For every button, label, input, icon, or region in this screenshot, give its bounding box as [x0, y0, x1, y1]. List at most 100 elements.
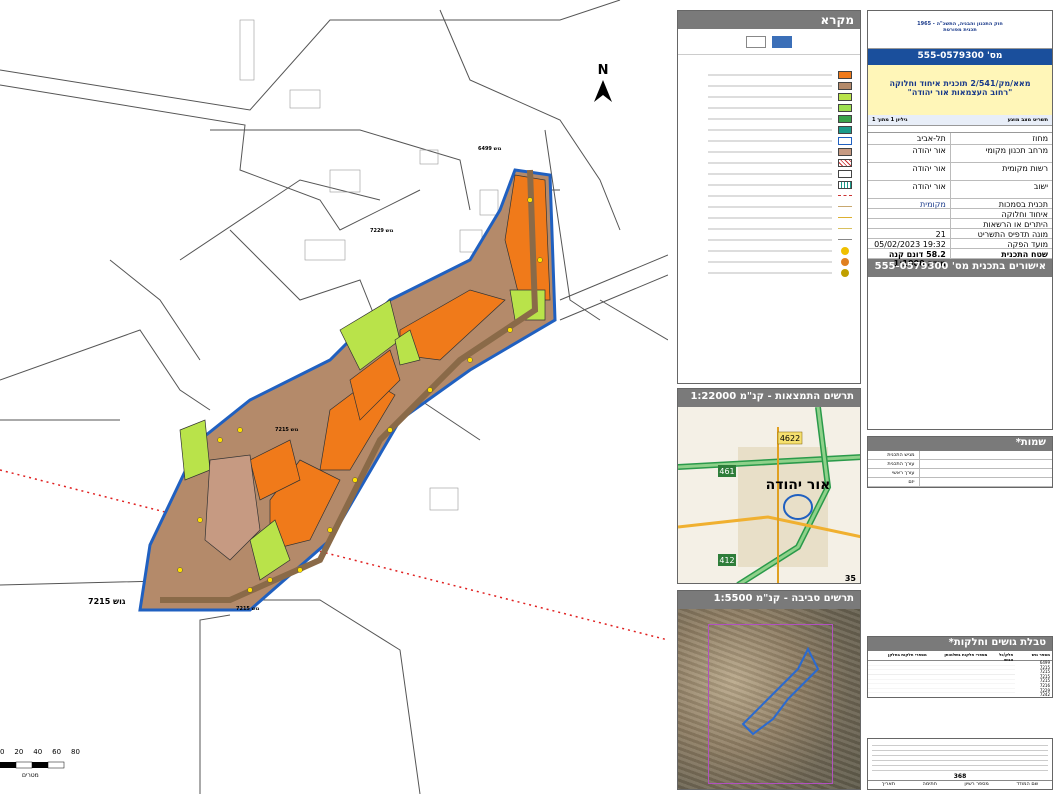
scale-bar: [0, 761, 65, 769]
swatch: [838, 147, 852, 156]
legend-item: [708, 212, 852, 223]
names-row: מגיש התכנית: [868, 451, 1052, 460]
info-row: ישוב אור יהודה: [868, 181, 1052, 199]
inset2-title: תרשים סביבה - קנ"מ 1:5500: [678, 591, 860, 609]
logo-icon: [772, 35, 792, 48]
names-label: מגיש התכנית: [868, 451, 920, 459]
info-key: רשות מקומית: [1002, 164, 1048, 173]
aerial-inset[interactable]: תרשים סביבה - קנ"מ 1:5500: [677, 590, 861, 790]
plan-name-box: מאא/מק/2/541 תוכנית איחוד וחלוקה "רחוב ה…: [868, 65, 1052, 115]
road-label-461: 461: [719, 467, 734, 476]
city-label: אור יהודה: [766, 477, 831, 493]
info-key: תכנית בסמכות: [998, 200, 1048, 209]
legend-item: [708, 102, 852, 113]
info-key: מחוז: [1032, 134, 1048, 143]
gush-label-7215-mid: גוש 7215: [275, 427, 299, 433]
info-value: [868, 209, 951, 218]
names-row: עורך ראשי: [868, 469, 1052, 478]
gush-label-7215-center: גוש 7215: [236, 606, 260, 612]
legend-item: [708, 234, 852, 245]
parcels-panel: טבלת גושים וחלקות* מספר גוש חלק/כל הגוש …: [867, 636, 1053, 698]
info-value: אור יהודה: [868, 181, 951, 198]
plan-no-label: מס': [987, 51, 1003, 61]
swatch: [838, 158, 852, 167]
legend-panel: מקרא: [677, 10, 861, 384]
swatch: [838, 228, 852, 229]
scale-ticks: 0 20 40 60 80: [0, 748, 80, 756]
parcels-header: מספר גוש חלק/כל הגוש מספרי חלקות בשלמותן…: [868, 651, 1052, 662]
info-row: היתרים או הרשאות: [868, 219, 1052, 229]
swatch: [838, 103, 852, 112]
gush-cell: 7242: [1039, 692, 1050, 698]
info-key: ישוב: [1033, 182, 1048, 191]
info-value: אור יהודה: [868, 145, 951, 162]
scale-tick: 80: [71, 748, 80, 756]
symbol-icon: [841, 257, 849, 266]
legend-item: [708, 80, 852, 91]
sheet-label: תשריט מצב מוצע: [1007, 117, 1048, 123]
info-row: רשות מקומית אור יהודה: [868, 163, 1052, 181]
inset1-title: תרשים התמצאות - קנ"מ 1:22000: [678, 389, 860, 407]
sheet-number: גיליון 1 מתוך 1: [872, 117, 908, 123]
info-row: מרחב תכנון מקומי אור יהודה: [868, 145, 1052, 163]
surveyor-panel: 368 שם המודד מספר רשיון חתימה תאריך: [867, 738, 1053, 790]
swatch: [838, 114, 852, 123]
logo-icon: [746, 35, 766, 48]
north-arrow-icon: N: [594, 63, 612, 102]
legend-item: [708, 190, 852, 201]
info-value: 58.2 דונם קנה מידה 1:1000: [868, 249, 951, 268]
gush-label-6499: גוש 6499: [478, 146, 502, 152]
north-label: N: [598, 63, 609, 78]
plan-number-bar: מס' 555-0579300: [868, 49, 1052, 65]
orientation-inset[interactable]: תרשים התמצאות - קנ"מ 1:22000 461 412 462…: [677, 388, 861, 584]
legend-item: [708, 124, 852, 135]
parcels-title: טבלת גושים וחלקות*: [868, 637, 1052, 651]
plan-name-2: "רחוב העצמאות אור יהודה": [907, 88, 1013, 97]
legend-logos: [678, 29, 860, 55]
legend-item: [708, 69, 852, 80]
names-row: יזם: [868, 478, 1052, 487]
names-title: שמות*: [868, 437, 1052, 451]
symbol-icon: [841, 246, 849, 255]
title-block: חוק התכנון והבניה, התשכ"ה - 1965 תכנית מ…: [867, 10, 1053, 430]
aerial-photo[interactable]: [678, 609, 860, 789]
map-area[interactable]: N גוש 6499 גוש 7229 גוש 7215 גוש 7215 גו…: [0, 0, 669, 795]
legend-item: [708, 146, 852, 157]
footer-col: שם המודד: [1016, 781, 1039, 787]
legend-item: [708, 168, 852, 179]
approvals-header: אישורים בתכנית מס' 555-0579300: [868, 259, 1052, 277]
plan-name-1: מאא/מק/2/541 תוכנית איחוד וחלוקה: [889, 79, 1031, 88]
plan-map[interactable]: N: [0, 0, 669, 795]
info-key: היתרים או הרשאות: [983, 220, 1048, 229]
col-header: מספר גוש: [1031, 652, 1050, 657]
info-value: 19:32 05/02/2023: [868, 239, 951, 249]
names-panel: שמות* מגיש התכנית עורך התכנית עורך ראשי …: [867, 436, 1053, 488]
approvals-label: אישורים בתכנית מס': [951, 261, 1046, 272]
footer-col: מספר רשיון: [964, 781, 989, 787]
info-value: תל-אביב: [868, 133, 951, 144]
scale-tick: 0: [0, 748, 5, 756]
names-row: עורך התכנית: [868, 460, 1052, 469]
approvals-number: 555-0579300: [874, 261, 949, 272]
col-header: מספרי חלקות בחלקן: [887, 652, 927, 657]
info-value: 21: [868, 229, 951, 239]
legend-item: [708, 135, 852, 146]
info-key: שטח התכנית: [1001, 250, 1048, 259]
aerial-boundary: [741, 646, 820, 736]
scale-tick: 20: [14, 748, 24, 756]
info-row: שטח התכנית 58.2 דונם קנה מידה 1:1000: [868, 249, 1052, 268]
orientation-map[interactable]: 461 412 4622 אור יהודה 35: [678, 406, 861, 584]
legend-item: [708, 256, 852, 267]
names-label: עורך ראשי: [868, 469, 920, 477]
swatch: [838, 239, 852, 240]
info-key: מונה תדפיס התשריט: [977, 230, 1048, 239]
swatch: [838, 195, 852, 196]
names-label: יזם: [868, 478, 920, 486]
plan-number: 555-0579300: [917, 51, 984, 61]
symbol-icon: [841, 268, 849, 277]
legend-items: [678, 55, 860, 278]
legend-item: [708, 245, 852, 256]
info-row: מחוז תל-אביב: [868, 133, 1052, 145]
footer-col: חתימה: [922, 781, 937, 787]
info-key: איחוד וחלוקה: [1001, 210, 1049, 219]
